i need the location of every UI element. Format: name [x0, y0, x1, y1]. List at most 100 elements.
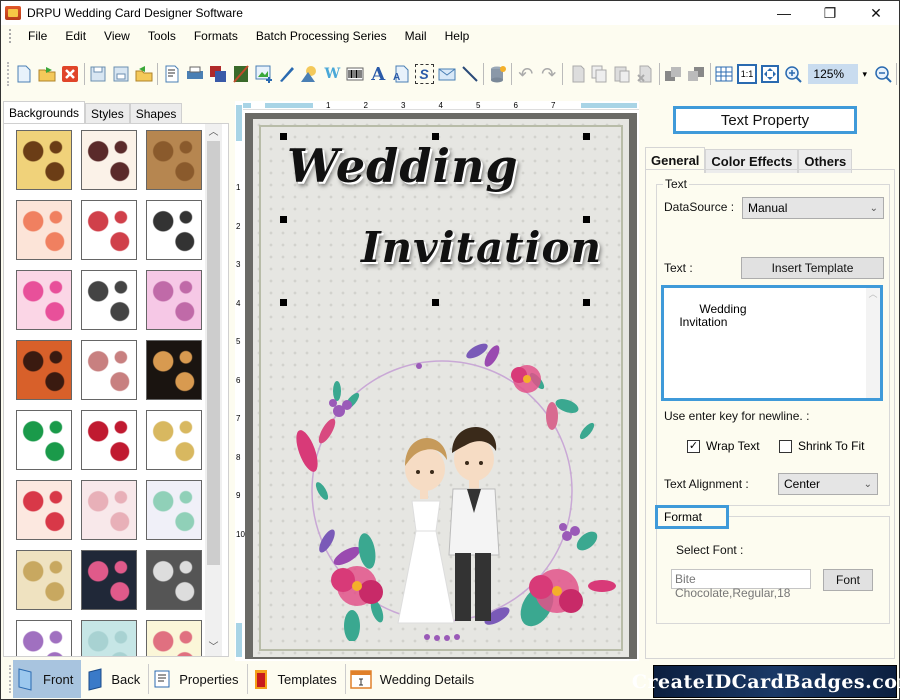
zoom-dropdown-icon[interactable]: ▾ [858, 64, 871, 84]
database-icon[interactable] [488, 64, 507, 84]
actual-size-icon[interactable]: 1:1 [737, 64, 757, 84]
text-file-icon[interactable]: A [392, 64, 411, 84]
card-title-line2[interactable]: Invitation [361, 223, 602, 272]
menu-formats[interactable]: Formats [185, 29, 247, 43]
copy-icon[interactable] [590, 64, 609, 84]
resize-handle[interactable] [280, 299, 287, 306]
background-thumbnail-mint-mandala[interactable] [146, 480, 202, 540]
grid-icon[interactable] [715, 64, 734, 84]
resize-handle[interactable] [432, 299, 439, 306]
background-thumbnail-navy-floral-border[interactable] [81, 550, 137, 610]
menu-mail[interactable]: Mail [396, 29, 436, 43]
zoom-level-field[interactable]: 125% [808, 64, 859, 84]
mail-icon[interactable] [438, 64, 457, 84]
background-thumbnail-pink-swirls[interactable] [146, 270, 202, 330]
gallery-scrollbar[interactable]: ︿ ﹀ [205, 124, 222, 656]
zoom-in-icon[interactable] [783, 64, 802, 84]
menu-help[interactable]: Help [436, 29, 479, 43]
zoom-out-icon[interactable] [873, 64, 892, 84]
resize-handle[interactable] [583, 216, 590, 223]
new-icon[interactable] [15, 64, 34, 84]
insert-template-button[interactable]: Insert Template [741, 257, 884, 279]
scroll-thumb[interactable] [207, 141, 220, 565]
print-preview-icon[interactable] [162, 64, 181, 84]
shrink-to-fit-checkbox[interactable]: Shrink To Fit [779, 439, 864, 453]
menu-batch-processing[interactable]: Batch Processing Series [247, 29, 396, 43]
resize-handle[interactable] [583, 299, 590, 306]
wedding-card[interactable]: Wedding Invitation [253, 119, 629, 657]
paste-icon[interactable] [613, 64, 632, 84]
cut-icon[interactable] [567, 64, 586, 84]
text-alignment-select[interactable]: Center ⌄ [778, 473, 878, 495]
restore-button[interactable]: ❐ [807, 1, 853, 25]
delete-icon[interactable] [636, 64, 655, 84]
background-thumbnail-hearts-grid[interactable] [81, 200, 137, 260]
insert-image-icon[interactable] [254, 64, 273, 84]
pen-icon[interactable] [277, 64, 296, 84]
background-thumbnail-crescent-star[interactable] [146, 410, 202, 470]
scroll-up-icon[interactable]: ︿ [205, 124, 222, 141]
tab-shapes[interactable]: Shapes [129, 103, 183, 123]
front-button[interactable]: Front [13, 660, 82, 698]
resize-handle[interactable] [432, 133, 439, 140]
templates-button[interactable]: Templates [248, 660, 345, 698]
textarea-scrollbar[interactable]: ︿ [866, 288, 880, 398]
signature-icon[interactable]: S [414, 64, 434, 84]
background-thumbnail-peach-flowers[interactable] [16, 200, 72, 260]
text-icon[interactable]: A [369, 64, 388, 85]
background-thumbnail-brown-circle-tiles[interactable] [146, 130, 202, 190]
tab-styles[interactable]: Styles [85, 103, 130, 123]
resize-handle[interactable] [280, 216, 287, 223]
menu-tools[interactable]: Tools [139, 29, 185, 43]
back-button[interactable]: Back [81, 660, 148, 698]
background-thumbnail-rose-petals[interactable] [81, 410, 137, 470]
background-thumbnail-aqua-hearts[interactable] [81, 620, 137, 656]
background-thumbnail-black-floral[interactable] [146, 340, 202, 400]
save-icon[interactable] [89, 64, 108, 84]
background-thumbnail-striped-hearts[interactable] [146, 620, 202, 656]
background-thumbnail-ganesha-orange[interactable] [16, 340, 72, 400]
font-button[interactable]: Font [823, 569, 873, 591]
print-icon[interactable] [185, 64, 204, 84]
font-field[interactable]: Bite Chocolate,Regular,18 [671, 569, 811, 600]
shapes-icon[interactable] [300, 64, 319, 84]
background-thumbnail-pink-hearts[interactable] [16, 270, 72, 330]
bring-forward-icon[interactable] [664, 64, 683, 84]
image-edit-icon[interactable] [231, 64, 250, 84]
undo-icon[interactable]: ↶ [516, 64, 535, 84]
resize-handle[interactable] [280, 133, 287, 140]
close-file-icon[interactable] [61, 64, 80, 84]
background-thumbnail-cream-rose-rings[interactable] [16, 550, 72, 610]
redo-icon[interactable]: ↷ [539, 64, 558, 84]
background-thumbnail-wedding-palanquin[interactable] [146, 200, 202, 260]
tab-backgrounds[interactable]: Backgrounds [3, 101, 86, 123]
background-thumbnail-red-hearts-pattern[interactable] [16, 480, 72, 540]
scroll-down-icon[interactable]: ﹀ [205, 639, 222, 656]
open-icon[interactable] [38, 64, 57, 84]
properties-button[interactable]: Properties [149, 660, 246, 698]
wrap-text-checkbox[interactable]: ✓ Wrap Text [687, 439, 760, 453]
menu-file[interactable]: File [19, 29, 56, 43]
resize-handle[interactable] [583, 133, 590, 140]
background-thumbnail-paisley-lace[interactable] [81, 130, 137, 190]
background-thumbnail-pink-lace[interactable] [81, 480, 137, 540]
background-thumbnail-wedding-couples[interactable] [81, 270, 137, 330]
menu-edit[interactable]: Edit [56, 29, 95, 43]
menu-view[interactable]: View [95, 29, 139, 43]
background-thumbnail-grey-lace[interactable] [146, 550, 202, 610]
datasource-select[interactable]: Manual ⌄ [742, 197, 884, 219]
wordart-icon[interactable]: W [323, 64, 342, 84]
barcode-icon[interactable] [346, 64, 365, 84]
card-title-line1[interactable]: Wedding [287, 139, 519, 193]
wedding-details-button[interactable]: Wedding Details [346, 660, 482, 698]
bride-groom-wreath-illustration[interactable] [267, 341, 617, 641]
text-input[interactable]: Wedding Invitation ︿ [661, 285, 883, 401]
line-icon[interactable] [461, 64, 480, 84]
fit-window-icon[interactable] [761, 64, 780, 84]
layers-icon[interactable] [208, 64, 227, 84]
close-button[interactable]: ✕ [853, 1, 899, 25]
send-backward-icon[interactable] [687, 64, 706, 84]
background-thumbnail-ganesha-leaf[interactable] [16, 410, 72, 470]
background-thumbnail-pink-elephant[interactable] [81, 340, 137, 400]
background-thumbnail-golden-butterfly-pattern[interactable] [16, 130, 72, 190]
